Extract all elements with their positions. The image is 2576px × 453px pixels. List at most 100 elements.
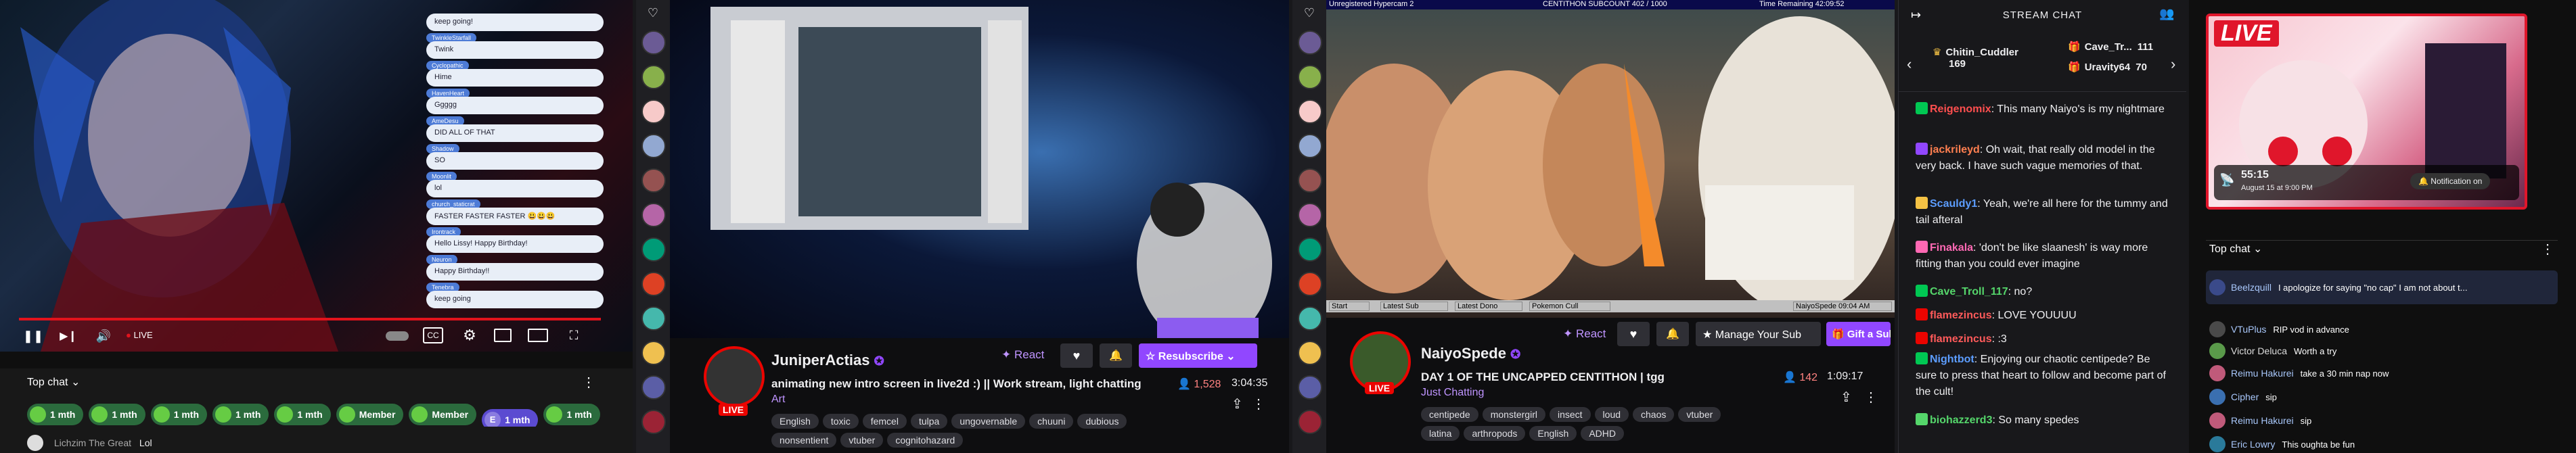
tag-pill[interactable]: cognitohazard	[887, 433, 964, 448]
theater-mode-icon[interactable]	[528, 329, 548, 342]
more-options-icon[interactable]: ⋮	[1864, 389, 1878, 406]
tag-pill[interactable]: chuuni	[1029, 414, 1074, 429]
chat-username[interactable]: Nightbot	[1930, 354, 1974, 365]
sidebar-channel-avatar[interactable]	[641, 410, 666, 434]
category-link[interactable]: Art	[771, 394, 785, 406]
progress-bar[interactable]	[19, 318, 601, 320]
sidebar-channel-avatar[interactable]	[1298, 306, 1322, 331]
member-chip[interactable]: Member	[336, 404, 404, 425]
chat-username[interactable]: Reigenomix	[1930, 103, 1991, 115]
author-name[interactable]: Beelzquill	[2231, 282, 2272, 293]
sidebar-channel-avatar[interactable]	[641, 237, 666, 262]
youtube-video-player[interactable]: keep going! TwinkleStarfall Twink Cyclopath…	[0, 0, 633, 352]
chat-username[interactable]: jackrileyd	[1930, 144, 1980, 156]
sidebar-channel-avatar[interactable]	[1298, 272, 1322, 296]
share-icon[interactable]: ⇪	[1231, 396, 1243, 412]
member-chip[interactable]: 1 mth	[27, 404, 84, 425]
manage-sub-button[interactable]: ★ Manage Your Sub	[1696, 322, 1821, 346]
heart-icon[interactable]: ♡	[646, 5, 660, 20]
member-chip[interactable]: 1 mth	[274, 404, 331, 425]
chat-username[interactable]: flamezincus	[1930, 310, 1992, 321]
author-name[interactable]: Reimu Hakurei	[2231, 368, 2294, 379]
notification-button[interactable]: 🔔 Notification on	[2410, 173, 2491, 189]
member-chip[interactable]: Member	[409, 404, 477, 425]
sidebar-channel-avatar[interactable]	[1298, 341, 1322, 365]
taskbar-item[interactable]: NaiyoSpede 09:04 AM	[1793, 302, 1892, 311]
taskbar-item[interactable]: Pokemon Cull	[1529, 302, 1610, 311]
sidebar-channel-avatar[interactable]	[1298, 99, 1322, 124]
avatar[interactable]	[2209, 365, 2225, 381]
tag-pill[interactable]: nonsentient	[771, 433, 837, 448]
captions-icon[interactable]: CC	[423, 327, 443, 343]
tag-pill[interactable]: dubious	[1077, 414, 1127, 429]
sidebar-channel-avatar[interactable]	[641, 134, 666, 158]
twitch-video-player[interactable]: Unregistered Hypercam 2 CENTITHON SUBCOU…	[1326, 0, 1895, 318]
avatar[interactable]	[2209, 389, 2225, 405]
member-chip[interactable]: 1 mth	[212, 404, 269, 425]
sidebar-channel-avatar[interactable]	[641, 272, 666, 296]
next-icon[interactable]: ▶❙	[60, 327, 77, 345]
chat-username[interactable]: Finakala	[1930, 242, 1973, 254]
sidebar-channel-avatar[interactable]	[641, 99, 666, 124]
tag-pill[interactable]: vtuber	[840, 433, 884, 448]
member-chip[interactable]: E 1 mth	[482, 409, 539, 427]
tag-pill[interactable]: femcel	[862, 414, 907, 429]
top-chat-dropdown[interactable]: Top chat ⌄	[27, 375, 80, 389]
chat-more-icon[interactable]: ⋮	[2541, 241, 2554, 258]
tag-pill[interactable]: tulpa	[910, 414, 948, 429]
notification-bell-icon[interactable]: 🔔	[1100, 343, 1132, 368]
author-name[interactable]: Lichzim The Great	[54, 437, 131, 448]
member-chip[interactable]: 1 mth	[89, 404, 145, 425]
avatar[interactable]	[27, 435, 43, 451]
settings-gear-icon[interactable]: ⚙	[460, 326, 479, 345]
sidebar-channel-avatar[interactable]	[641, 203, 666, 227]
tag-pill[interactable]: insect	[1549, 407, 1591, 422]
more-options-icon[interactable]: ⋮	[1252, 396, 1265, 412]
heart-icon[interactable]: ♡	[1302, 5, 1317, 20]
notification-bell-icon[interactable]: 🔔	[1656, 322, 1689, 346]
sidebar-channel-avatar[interactable]	[1298, 30, 1322, 55]
tag-pill[interactable]: monstergirl	[1482, 407, 1545, 422]
taskbar-item[interactable]: Latest Dono	[1455, 302, 1522, 311]
avatar[interactable]	[2209, 412, 2225, 429]
sidebar-channel-avatar[interactable]	[1298, 203, 1322, 227]
member-chip[interactable]: 1 mth	[543, 404, 600, 425]
tag-pill[interactable]: English	[1529, 426, 1577, 441]
avatar[interactable]	[2209, 321, 2225, 337]
follow-heart-icon[interactable]: ♥	[1060, 343, 1093, 368]
live-indicator[interactable]: ● LIVE	[126, 330, 153, 340]
sidebar-channel-avatar[interactable]	[641, 306, 666, 331]
tag-pill[interactable]: ADHD	[1581, 426, 1624, 441]
streamer-name[interactable]: JuniperActias ✪	[771, 352, 884, 369]
author-name[interactable]: VTuPlus	[2231, 324, 2266, 335]
miniplayer-icon[interactable]	[494, 329, 512, 342]
start-button[interactable]: Start	[1329, 302, 1370, 311]
author-name[interactable]: Eric Lowry	[2231, 439, 2275, 450]
share-icon[interactable]: ⇪	[1840, 389, 1852, 406]
sidebar-channel-avatar[interactable]	[641, 341, 666, 365]
chat-username[interactable]: Cave_Troll_117	[1930, 286, 2008, 297]
chat-username[interactable]: flamezincus	[1930, 333, 1992, 345]
author-name[interactable]: Cipher	[2231, 391, 2259, 402]
avatar[interactable]	[2209, 279, 2225, 295]
sidebar-channel-avatar[interactable]	[1298, 237, 1322, 262]
tag-pill[interactable]: ungovernable	[951, 414, 1026, 429]
sidebar-channel-avatar[interactable]	[641, 65, 666, 89]
member-chip[interactable]: 1 mth	[150, 404, 208, 425]
leaderboard-prev-icon[interactable]: ‹	[1907, 55, 1912, 73]
sidebar-channel-avatar[interactable]	[641, 375, 666, 400]
author-name[interactable]: Victor Deluca	[2231, 345, 2287, 356]
volume-icon[interactable]: 🔊	[95, 327, 112, 345]
react-button[interactable]: ✦ React	[1001, 348, 1044, 362]
leaderboard-entry[interactable]: ♛ Chitin_Cuddler 169	[1933, 46, 2018, 70]
avatar[interactable]	[2209, 343, 2225, 359]
tag-pill[interactable]: English	[771, 414, 819, 429]
chat-username[interactable]: biohazzerd3	[1930, 414, 1992, 426]
sidebar-channel-avatar[interactable]	[1298, 134, 1322, 158]
streamer-name[interactable]: NaiyoSpede ✪	[1421, 345, 1520, 362]
stream-thumbnail-player[interactable]: LIVE 📡 55:15 August 15 at 9:00 PM 🔔 Noti…	[2206, 14, 2527, 210]
sidebar-channel-avatar[interactable]	[641, 30, 666, 55]
author-name[interactable]: Reimu Hakurei	[2231, 415, 2294, 426]
top-chat-dropdown[interactable]: Top chat ⌄	[2209, 242, 2262, 256]
follow-heart-icon[interactable]: ♥	[1617, 322, 1650, 346]
